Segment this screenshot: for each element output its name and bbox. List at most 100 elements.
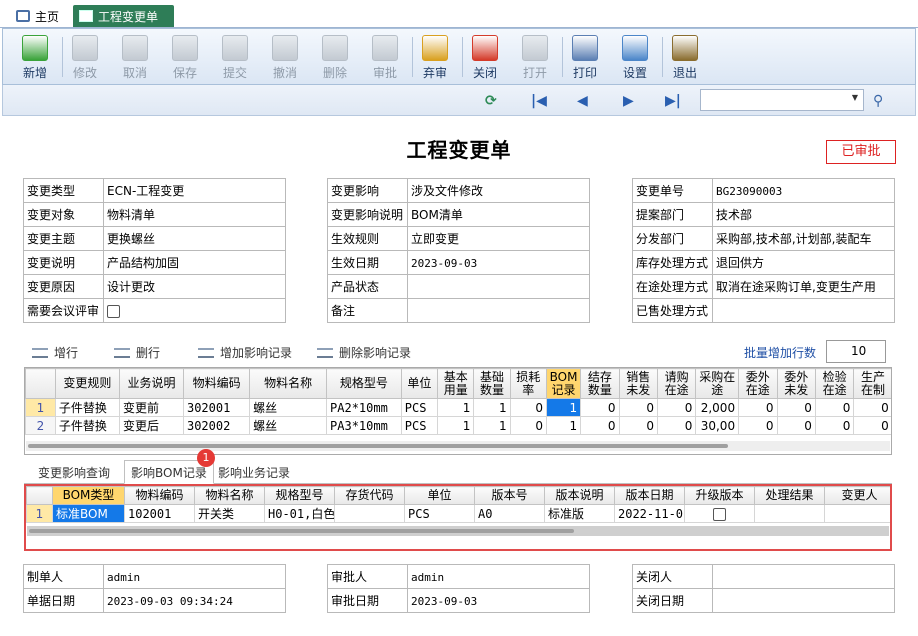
column-header[interactable]: 版本说明 [544,486,615,505]
toolbar-button-4[interactable]: 提交 [211,33,259,83]
table-cell[interactable] [334,504,405,523]
table-cell[interactable]: 螺丝 [249,416,328,435]
table-cell[interactable]: 1 [545,398,582,417]
column-header[interactable]: 采购在途 [695,368,740,399]
table-cell[interactable]: 0 [656,416,697,435]
toolbar-button-3[interactable]: 保存 [161,33,209,83]
field-value[interactable]: BG23090003 [712,178,895,203]
last-record-icon[interactable]: ▶| [665,93,681,109]
table-cell[interactable]: PA2*10mm [326,398,402,417]
toolbar-button-7[interactable]: 审批 [361,33,409,83]
tab-ecn[interactable]: 工程变更单 [73,5,174,27]
field-value[interactable]: 产品结构加固 [103,250,286,275]
table-cell[interactable]: 0 [738,416,778,435]
column-header[interactable]: 检验在途 [814,368,855,399]
tab-business-records[interactable]: 影响业务记录 [218,464,290,481]
table-row[interactable]: 1 标准BOM 102001 开关类 H0-01,白色 PCS A0 标准版 2022-11-0… [26,504,890,523]
record-search-combo[interactable]: ▼ [700,89,864,111]
table-cell[interactable] [824,504,890,523]
field-value[interactable]: admin [103,564,286,589]
table-cell[interactable] [754,504,825,523]
column-header[interactable]: 规格型号 [264,486,335,505]
table-cell[interactable]: 0 [776,398,816,417]
column-header[interactable]: 单位 [400,368,439,399]
table-cell[interactable]: 0 [853,398,891,417]
table-cell[interactable]: 子件替换 [54,416,120,435]
column-header[interactable]: 请购在途 [656,368,697,399]
toolbar-button-11[interactable]: 打印 [561,33,609,83]
table-cell[interactable]: 1 [473,398,511,417]
table-row[interactable]: 1 子件替换 变更前 302001 螺丝 PA2*10mm PCS 1 1 0 1 0 0 0 2,000 0… [25,398,891,417]
horizontal-scrollbar[interactable] [26,441,890,451]
table-cell[interactable]: 0 [618,416,658,435]
table-cell[interactable]: 0 [853,416,891,435]
column-header[interactable]: 变更人 [824,486,890,505]
field-value[interactable]: 设计更改 [103,274,286,299]
table-cell[interactable]: 1 [437,398,475,417]
field-value[interactable]: ECN-工程变更 [103,178,286,203]
prev-record-icon[interactable]: ◀ [577,93,588,109]
table-cell[interactable]: 0 [580,416,620,435]
column-header[interactable]: 版本日期 [614,486,685,505]
field-value[interactable]: 立即变更 [407,226,590,251]
table-cell[interactable]: 0 [656,398,697,417]
column-header[interactable]: 物料编码 [124,486,195,505]
table-cell[interactable]: 0 [509,416,547,435]
field-value[interactable]: 取消在途采购订单,变更生产用 [712,274,895,299]
table-cell[interactable]: 102001 [124,504,195,523]
field-value[interactable] [407,274,590,299]
tab-impact-query[interactable]: 变更影响查询 [38,464,110,481]
table-cell[interactable] [684,504,755,523]
field-value[interactable]: 涉及文件修改 [407,178,590,203]
column-header[interactable]: 业务说明 [118,368,184,399]
column-header[interactable]: 基本用量 [437,368,475,399]
table-cell[interactable]: H0-01,白色 [264,504,335,523]
table-row[interactable]: 2 子件替换 变更后 302002 螺丝 PA3*10mm PCS 1 1 0 1 0 0 0 30,00 0… [25,416,891,435]
toolbar-button-10[interactable]: 打开 [511,33,559,83]
field-value[interactable] [103,298,286,323]
field-value[interactable]: 技术部 [712,202,895,227]
column-header[interactable]: 变更规则 [54,368,120,399]
table-cell[interactable]: PA3*10mm [326,416,402,435]
column-header[interactable]: 单位 [404,486,475,505]
table-cell[interactable]: 1 [545,416,582,435]
table-cell[interactable]: 302002 [182,416,251,435]
column-header[interactable]: BOM记录 [545,368,582,399]
table-cell[interactable]: 0 [580,398,620,417]
field-value[interactable] [712,564,895,589]
first-record-icon[interactable]: |◀ [531,93,547,109]
field-value[interactable]: 采购部,技术部,计划部,装配车 [712,226,895,251]
table-cell[interactable]: 子件替换 [54,398,120,417]
column-header[interactable]: 销售未发 [618,368,658,399]
table-cell[interactable]: 2,000 [695,398,740,417]
table-cell[interactable]: 0 [814,416,855,435]
tab-home[interactable]: 主页 [10,5,65,27]
add-impact-button[interactable]: 增加影响记录 [198,344,292,361]
field-value[interactable]: 物料清单 [103,202,286,227]
table-cell[interactable]: 标准BOM [52,504,125,523]
table-cell[interactable]: 变更后 [118,416,184,435]
table-cell[interactable]: 0 [776,416,816,435]
table-cell[interactable]: PCS [400,398,439,417]
table-cell[interactable]: PCS [400,416,439,435]
column-header[interactable]: BOM类型 [52,486,125,505]
toolbar-button-5[interactable]: 撤消 [261,33,309,83]
column-header[interactable]: 物料名称 [194,486,265,505]
field-value[interactable] [407,298,590,323]
delete-impact-button[interactable]: 删除影响记录 [317,344,411,361]
field-value[interactable]: 更换螺丝 [103,226,286,251]
column-header[interactable]: 物料编码 [182,368,251,399]
toolbar-button-1[interactable]: 修改 [61,33,109,83]
next-record-icon[interactable]: ▶ [623,93,634,109]
toolbar-button-6[interactable]: 删除 [311,33,359,83]
field-value[interactable]: BOM清单 [407,202,590,227]
field-value[interactable]: 退回供方 [712,250,895,275]
field-value[interactable]: 2023-09-03 [407,588,590,613]
column-header[interactable]: 生产在制 [853,368,891,399]
toolbar-button-2[interactable]: 取消 [111,33,159,83]
table-cell[interactable]: 螺丝 [249,398,328,417]
field-value[interactable]: admin [407,564,590,589]
column-header[interactable]: 存货代码 [334,486,405,505]
column-header[interactable]: 委外未发 [776,368,816,399]
delete-row-button[interactable]: 删行 [114,344,160,361]
